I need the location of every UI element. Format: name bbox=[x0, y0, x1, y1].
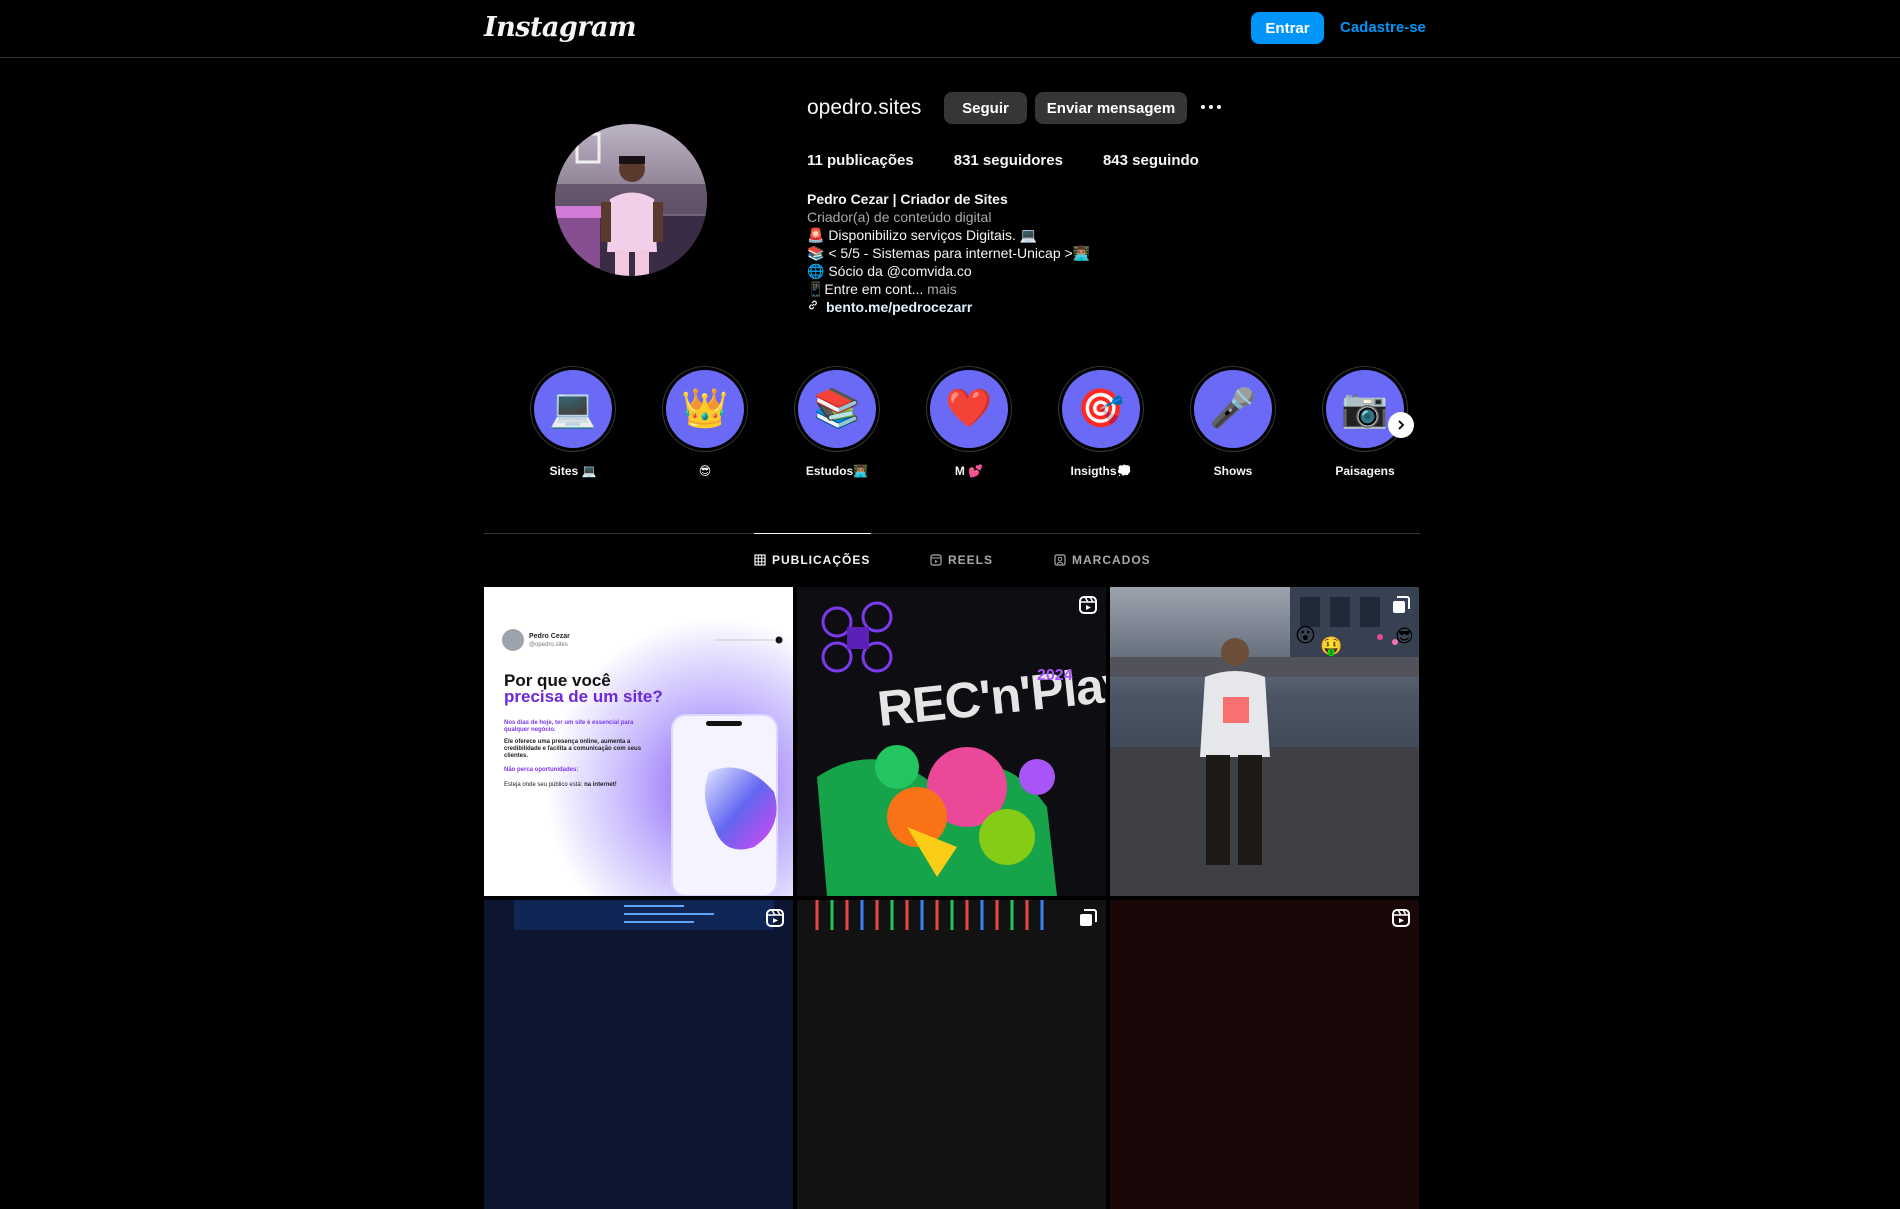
post-artwork bbox=[797, 587, 1106, 896]
tagged-icon bbox=[1054, 554, 1066, 566]
post-event-year: 2024 bbox=[1037, 667, 1073, 684]
bio-line: 🚨 Disponibilizo serviços Digitais. 💻 bbox=[807, 227, 1038, 243]
highlight-label: 😎 bbox=[698, 464, 712, 478]
chevron-right-icon bbox=[1398, 420, 1405, 430]
post-title-accent: precisa de um site? bbox=[504, 687, 663, 706]
post-text: Esteja onde seu público está: bbox=[504, 782, 583, 788]
highlight-shows[interactable]: 🎤 Shows bbox=[1188, 366, 1278, 478]
heart-icon: ❤️ bbox=[930, 370, 1008, 448]
tab-label: REELS bbox=[948, 553, 994, 567]
highlights-next-button[interactable] bbox=[1388, 412, 1414, 438]
bio-line: 🌐 Sócio da @comvida.co bbox=[807, 263, 972, 279]
reel-icon bbox=[1392, 909, 1410, 927]
carousel-icon bbox=[1080, 909, 1097, 926]
instagram-logo[interactable]: Instagram bbox=[484, 12, 637, 43]
tab-reels[interactable]: REELS bbox=[930, 553, 993, 567]
more-horizontal-icon[interactable] bbox=[1199, 95, 1223, 119]
carousel-icon bbox=[1393, 596, 1410, 613]
login-button[interactable]: Entrar bbox=[1251, 12, 1324, 44]
post-artwork bbox=[484, 900, 793, 1209]
bio-full-name: Pedro Cezar | Criador de Sites bbox=[807, 191, 1008, 207]
reel-icon bbox=[766, 909, 784, 927]
post-text-bold: na internet! bbox=[584, 782, 617, 788]
active-tab-indicator bbox=[754, 533, 871, 534]
followers-count[interactable]: 831 seguidores bbox=[954, 152, 1063, 169]
follow-button[interactable]: Seguir bbox=[944, 92, 1027, 124]
post-artwork bbox=[797, 900, 1106, 1209]
bio-external-link[interactable]: bento.me/pedrocezarr bbox=[807, 298, 1090, 316]
tab-label: PUBLICAÇÕES bbox=[772, 553, 871, 567]
highlight-label: Paisagens bbox=[1335, 464, 1395, 478]
post-author: Pedro Cezar bbox=[529, 633, 570, 640]
books-icon: 📚 bbox=[798, 370, 876, 448]
reels-icon bbox=[930, 554, 942, 566]
stage-icon: 🎤 bbox=[1194, 370, 1272, 448]
highlight-estudos[interactable]: 📚 Estudos👨🏽‍💻 bbox=[792, 366, 882, 478]
bio-more-link[interactable]: mais bbox=[927, 281, 957, 297]
bio-category: Criador(a) de conteúdo digital bbox=[807, 209, 992, 225]
post-tile[interactable] bbox=[797, 900, 1106, 1209]
profile-avatar[interactable] bbox=[555, 124, 707, 276]
post-paragraph: Esteja onde seu público está: na interne… bbox=[504, 782, 617, 788]
tab-label: MARCADOS bbox=[1072, 553, 1151, 567]
svg-text:😮: 😮 bbox=[1295, 625, 1316, 647]
highlight-crown[interactable]: 👑 😎 bbox=[660, 366, 750, 478]
highlight-insigths[interactable]: 🎯 Insigths💭 bbox=[1056, 366, 1146, 478]
profile-stats: 11 publicações 831 seguidores 843 seguin… bbox=[807, 152, 1239, 169]
highlight-label: Shows bbox=[1213, 464, 1253, 478]
laptop-icon: 💻 bbox=[534, 370, 612, 448]
camera-icon: 📷 bbox=[1326, 370, 1404, 448]
tabs-divider bbox=[484, 533, 1420, 534]
link-icon bbox=[807, 298, 819, 316]
post-paragraph: Nos dias de hoje, ter um site é essencia… bbox=[504, 720, 634, 733]
svg-text:🤑: 🤑 bbox=[1320, 636, 1342, 657]
post-artwork: 😮 🤑 😎 bbox=[1110, 587, 1419, 896]
highlight-sites[interactable]: 💻 Sites 💻 bbox=[528, 366, 618, 478]
profile-username: opedro.sites bbox=[807, 96, 922, 119]
reel-icon bbox=[1079, 596, 1097, 614]
post-paragraph: Não perca oportunidades: bbox=[504, 767, 579, 773]
tab-marcados[interactable]: MARCADOS bbox=[1054, 553, 1151, 567]
bio-line-truncated: 📱Entre em cont... mais bbox=[807, 280, 1090, 298]
bio-link-text[interactable]: bento.me/pedrocezarr bbox=[826, 298, 972, 316]
story-highlights: 💻 Sites 💻 👑 😎 📚 Estudos👨🏽‍💻 ❤️ M 💕 🎯 Ins… bbox=[528, 366, 1408, 481]
post-tile[interactable] bbox=[1110, 900, 1419, 1209]
post-tile[interactable]: REC'n'Play 2024 bbox=[797, 587, 1106, 896]
highlight-m[interactable]: ❤️ M 💕 bbox=[924, 366, 1014, 478]
bio-line: 📚 < 5/5 - Sistemas para internet-Unicap … bbox=[807, 245, 1091, 261]
post-tile[interactable] bbox=[484, 900, 793, 1209]
send-message-button[interactable]: Enviar mensagem bbox=[1035, 92, 1187, 124]
bio-truncated-text: 📱Entre em cont... bbox=[807, 281, 924, 297]
profile-bio: Pedro Cezar | Criador de Sites Criador(a… bbox=[807, 190, 1090, 316]
post-artwork bbox=[1110, 900, 1419, 1209]
ideas-icon: 🎯 bbox=[1062, 370, 1140, 448]
svg-text:😎: 😎 bbox=[1395, 626, 1414, 646]
top-navigation-bar: Instagram Entrar Cadastre-se bbox=[0, 0, 1900, 58]
post-paragraph: Ele oferece uma presença online, aumenta… bbox=[504, 739, 642, 759]
post-tile[interactable]: 😮 🤑 😎 bbox=[1110, 587, 1419, 896]
post-handle: @opedro.sites bbox=[529, 642, 568, 648]
crown-icon: 👑 bbox=[666, 370, 744, 448]
signup-link[interactable]: Cadastre-se bbox=[1340, 19, 1426, 36]
highlight-label: Estudos👨🏽‍💻 bbox=[805, 464, 869, 478]
avatar-photo bbox=[555, 124, 707, 276]
post-tile[interactable]: Pedro Cezar @opedro.sites Por que você p… bbox=[484, 587, 793, 896]
posts-count[interactable]: 11 publicações bbox=[807, 152, 914, 169]
highlight-label: Insigths💭 bbox=[1070, 464, 1132, 478]
highlight-label: Sites 💻 bbox=[549, 464, 597, 478]
tab-publicacoes[interactable]: PUBLICAÇÕES bbox=[754, 553, 870, 567]
highlight-label: M 💕 bbox=[954, 464, 984, 478]
grid-icon bbox=[754, 554, 766, 566]
following-count[interactable]: 843 seguindo bbox=[1103, 152, 1199, 169]
